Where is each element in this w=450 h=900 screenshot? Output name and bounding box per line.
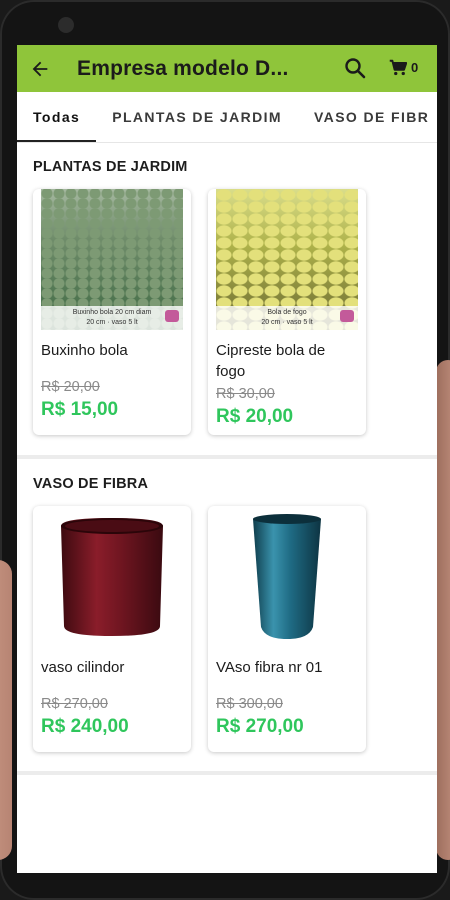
tab-plantas-de-jardim[interactable]: PLANTAS DE JARDIM	[96, 92, 298, 142]
product-image	[216, 506, 358, 647]
tab-vaso-de-fibra[interactable]: VASO DE FIBR	[298, 92, 437, 142]
brand-logo	[165, 310, 179, 322]
section-divider	[17, 455, 437, 459]
product-card[interactable]: vaso cilindor R$ 270,00 R$ 240,00	[33, 506, 191, 752]
product-price: R$ 240,00	[41, 716, 129, 737]
vase-image	[61, 518, 163, 636]
product-name: VAso fibra nr 01	[216, 659, 323, 676]
tab-todas[interactable]: Todas	[17, 92, 97, 142]
product-price: R$ 270,00	[216, 716, 304, 737]
product-image: Buxinho bola 20 cm diam 20 cm · vaso 5 l…	[41, 189, 183, 330]
app-screen: Empresa modelo D... 0 Todas PLANTAS DE J…	[17, 45, 437, 873]
cart-button[interactable]: 0	[389, 59, 418, 76]
image-caption: 20 cm · vaso 5 lt	[261, 319, 313, 326]
product-card[interactable]: Bola de fogo 20 cm · vaso 5 lt Cipreste …	[208, 189, 366, 435]
hand	[436, 360, 450, 860]
image-caption: Buxinho bola 20 cm diam	[72, 309, 152, 316]
hand	[0, 560, 12, 860]
section-title: VASO DE FIBRA	[33, 476, 149, 492]
product-image: Bola de fogo 20 cm · vaso 5 lt	[216, 189, 358, 330]
cart-count-badge: 0	[411, 60, 419, 75]
product-card[interactable]: VAso fibra nr 01 R$ 300,00 R$ 270,00	[208, 506, 366, 752]
product-name: vaso cilindor	[41, 659, 125, 676]
search-button[interactable]	[343, 56, 367, 80]
product-name: Cipreste bola de fogo	[216, 342, 326, 380]
product-old-price: R$ 300,00	[216, 696, 283, 712]
brand-logo	[340, 310, 354, 322]
section-divider	[17, 771, 437, 775]
image-caption: Bola de fogo	[267, 309, 307, 316]
image-caption: 20 cm · vaso 5 lt	[86, 319, 138, 326]
app-title: Empresa modelo D...	[77, 56, 289, 80]
product-old-price: R$ 30,00	[216, 386, 275, 402]
vase-image	[253, 513, 321, 639]
front-camera	[58, 17, 74, 33]
product-old-price: R$ 20,00	[41, 379, 100, 395]
product-image	[41, 506, 183, 647]
section-title: PLANTAS DE JARDIM	[33, 159, 188, 175]
category-tabs: Todas PLANTAS DE JARDIM VASO DE FIBR	[17, 92, 437, 143]
product-price: R$ 20,00	[216, 406, 294, 427]
search-icon	[345, 58, 366, 79]
product-old-price: R$ 270,00	[41, 696, 108, 712]
product-card[interactable]: Buxinho bola 20 cm diam 20 cm · vaso 5 l…	[33, 189, 191, 435]
product-name: Buxinho bola	[41, 342, 128, 359]
back-button[interactable]	[19, 45, 61, 92]
product-price: R$ 15,00	[41, 399, 119, 420]
cart-icon	[389, 59, 407, 76]
arrow-back-icon	[32, 61, 48, 76]
app-bar: Empresa modelo D... 0	[17, 45, 437, 92]
